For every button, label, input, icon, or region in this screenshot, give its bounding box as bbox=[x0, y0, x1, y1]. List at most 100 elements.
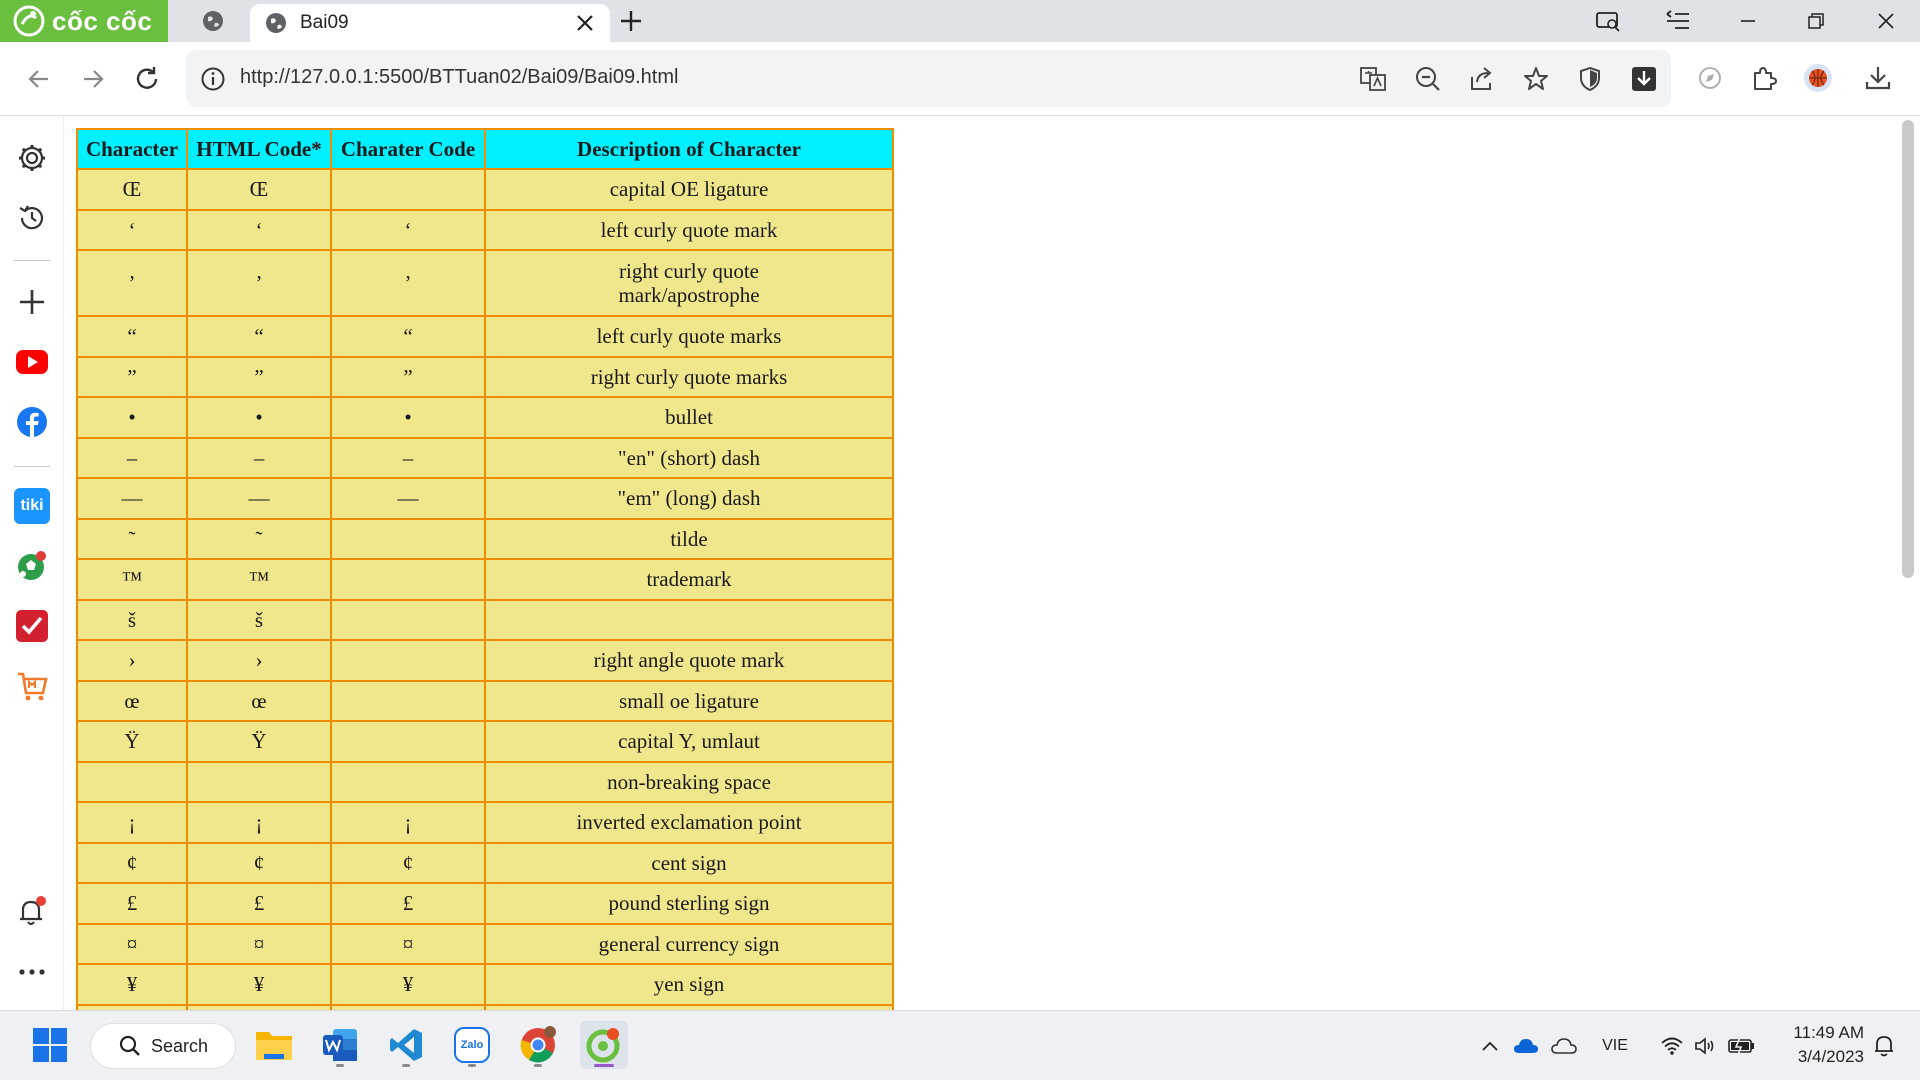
volume-icon[interactable] bbox=[1692, 1033, 1720, 1059]
tab-active[interactable]: Bai09 bbox=[250, 4, 610, 42]
sidebar-item-shopping[interactable] bbox=[12, 666, 52, 706]
column-header-character-code: Charater Code bbox=[330, 128, 486, 170]
sidebar-item-facebook[interactable] bbox=[12, 402, 52, 442]
language-indicator[interactable]: VIE bbox=[1598, 1033, 1632, 1059]
cell-character: ™ bbox=[76, 558, 188, 601]
translate-icon[interactable] bbox=[1359, 65, 1387, 93]
add-shortcut-button[interactable] bbox=[12, 282, 52, 322]
tray-onedrive-personal[interactable] bbox=[1550, 1033, 1578, 1059]
globe-icon bbox=[266, 13, 286, 33]
extensions-puzzle-icon[interactable] bbox=[1748, 62, 1780, 94]
compass-icon[interactable] bbox=[1694, 62, 1726, 94]
cloud-outline-icon bbox=[1551, 1038, 1577, 1054]
sidebar-item-youtube[interactable] bbox=[12, 342, 52, 382]
cell-character-code bbox=[330, 679, 486, 722]
settings-button[interactable] bbox=[12, 138, 52, 178]
cell-character: ‘ bbox=[76, 208, 188, 251]
site-info-icon[interactable] bbox=[200, 66, 226, 92]
tab-inactive[interactable] bbox=[176, 0, 250, 42]
taskbar-coccoc[interactable] bbox=[580, 1021, 628, 1069]
wifi-icon[interactable] bbox=[1658, 1033, 1686, 1059]
cell-html-code: š bbox=[186, 598, 332, 641]
sidebar: tiki bbox=[0, 116, 64, 1010]
cell-html-code: ¢ bbox=[186, 841, 332, 884]
share-icon[interactable] bbox=[1468, 65, 1496, 93]
cell-description: right curly quote mark/apostrophe bbox=[484, 249, 894, 317]
table-row: £ £ £ pound sterling sign bbox=[76, 882, 894, 925]
sidebar-item-checklist[interactable] bbox=[12, 606, 52, 646]
profile-avatar-icon[interactable] bbox=[1802, 62, 1834, 94]
tray-overflow-chevron[interactable] bbox=[1476, 1033, 1504, 1059]
minimize-icon[interactable] bbox=[1732, 6, 1764, 36]
table-row: œ œ small oe ligature bbox=[76, 679, 894, 722]
clock-date: 3/4/2023 bbox=[1797, 1047, 1864, 1066]
cell-character: ¡ bbox=[76, 801, 188, 844]
download-video-icon[interactable] bbox=[1630, 65, 1658, 93]
notifications-button[interactable] bbox=[12, 892, 52, 932]
tiki-icon: tiki bbox=[14, 488, 50, 524]
clock-time: 11:49 AM bbox=[1793, 1023, 1864, 1042]
tab-list-icon[interactable] bbox=[1662, 6, 1694, 36]
reload-button[interactable] bbox=[130, 62, 164, 96]
table-row: Œ Œcapital OE ligature bbox=[76, 168, 894, 211]
chevron-up-icon bbox=[1482, 1041, 1498, 1051]
close-window-icon[interactable] bbox=[1870, 6, 1902, 36]
sidebar-item-football[interactable] bbox=[12, 546, 52, 586]
downloads-icon[interactable] bbox=[1862, 62, 1894, 94]
cell-html-code: “ bbox=[186, 315, 332, 358]
taskbar-word[interactable] bbox=[316, 1021, 364, 1069]
tray-onedrive[interactable] bbox=[1512, 1033, 1540, 1059]
cell-description: small oe ligature bbox=[484, 679, 894, 722]
cell-html-code: Œ bbox=[186, 168, 332, 211]
history-button[interactable] bbox=[12, 198, 52, 238]
sidebar-item-tiki[interactable]: tiki bbox=[12, 486, 52, 526]
start-button[interactable] bbox=[26, 1021, 74, 1069]
shield-icon[interactable] bbox=[1576, 65, 1604, 93]
battery-icon[interactable] bbox=[1728, 1033, 1756, 1059]
forward-button[interactable] bbox=[76, 62, 110, 96]
page-scrollbar[interactable] bbox=[1896, 116, 1920, 1010]
cell-description: cent sign bbox=[484, 841, 894, 884]
restore-icon[interactable] bbox=[1800, 6, 1832, 36]
reload-icon bbox=[136, 67, 158, 89]
system-clock[interactable]: 11:49 AM 3/4/2023 bbox=[1768, 1021, 1864, 1069]
cell-character-code: “ bbox=[330, 315, 486, 358]
taskbar-chrome[interactable] bbox=[514, 1021, 562, 1069]
scrollbar-thumb[interactable] bbox=[1902, 120, 1914, 578]
cell-character-code: ¢ bbox=[330, 841, 486, 884]
cell-description: left curly quote mark bbox=[484, 208, 894, 251]
browser-menu-button[interactable]: cốc cốc bbox=[0, 0, 168, 42]
search-tabs-icon[interactable] bbox=[1592, 6, 1624, 36]
windows-logo-icon bbox=[33, 1028, 67, 1062]
address-bar[interactable]: http://127.0.0.1:5500/BTTuan02/Bai09/Bai… bbox=[186, 50, 1671, 107]
gear-icon bbox=[19, 145, 45, 171]
taskbar-search[interactable]: Search bbox=[90, 1023, 236, 1069]
back-button[interactable] bbox=[22, 62, 56, 96]
url-text[interactable]: http://127.0.0.1:5500/BTTuan02/Bai09/Bai… bbox=[240, 66, 678, 89]
search-label: Search bbox=[151, 1035, 209, 1056]
word-icon bbox=[323, 1029, 357, 1061]
taskbar-vscode[interactable] bbox=[382, 1021, 430, 1069]
column-header-character: Character bbox=[76, 128, 188, 170]
taskbar-zalo[interactable]: Zalo bbox=[448, 1021, 496, 1069]
bookmark-star-icon[interactable] bbox=[1522, 65, 1550, 93]
cell-html-code: ™ bbox=[186, 558, 332, 601]
notification-center-icon[interactable] bbox=[1870, 1033, 1898, 1059]
arrow-left-icon bbox=[28, 70, 48, 88]
cell-html-code: ’ bbox=[186, 249, 332, 317]
sidebar-divider bbox=[14, 466, 50, 467]
zoom-out-icon[interactable] bbox=[1414, 65, 1442, 93]
cell-character-code bbox=[330, 639, 486, 682]
cell-character-code: ¤ bbox=[330, 922, 486, 965]
coccoc-logo-icon bbox=[13, 5, 45, 37]
close-tab-icon[interactable] bbox=[574, 12, 596, 34]
facebook-icon bbox=[17, 407, 47, 437]
browser-toolbar: http://127.0.0.1:5500/BTTuan02/Bai09/Bai… bbox=[0, 42, 1920, 116]
youtube-icon bbox=[16, 350, 48, 374]
taskbar-file-explorer[interactable] bbox=[250, 1021, 298, 1069]
more-options-button[interactable] bbox=[12, 952, 52, 992]
cell-description: non-breaking space bbox=[484, 760, 894, 803]
new-tab-icon[interactable] bbox=[618, 8, 644, 34]
cloud-icon bbox=[1514, 1039, 1538, 1053]
cell-character: — bbox=[76, 477, 188, 520]
